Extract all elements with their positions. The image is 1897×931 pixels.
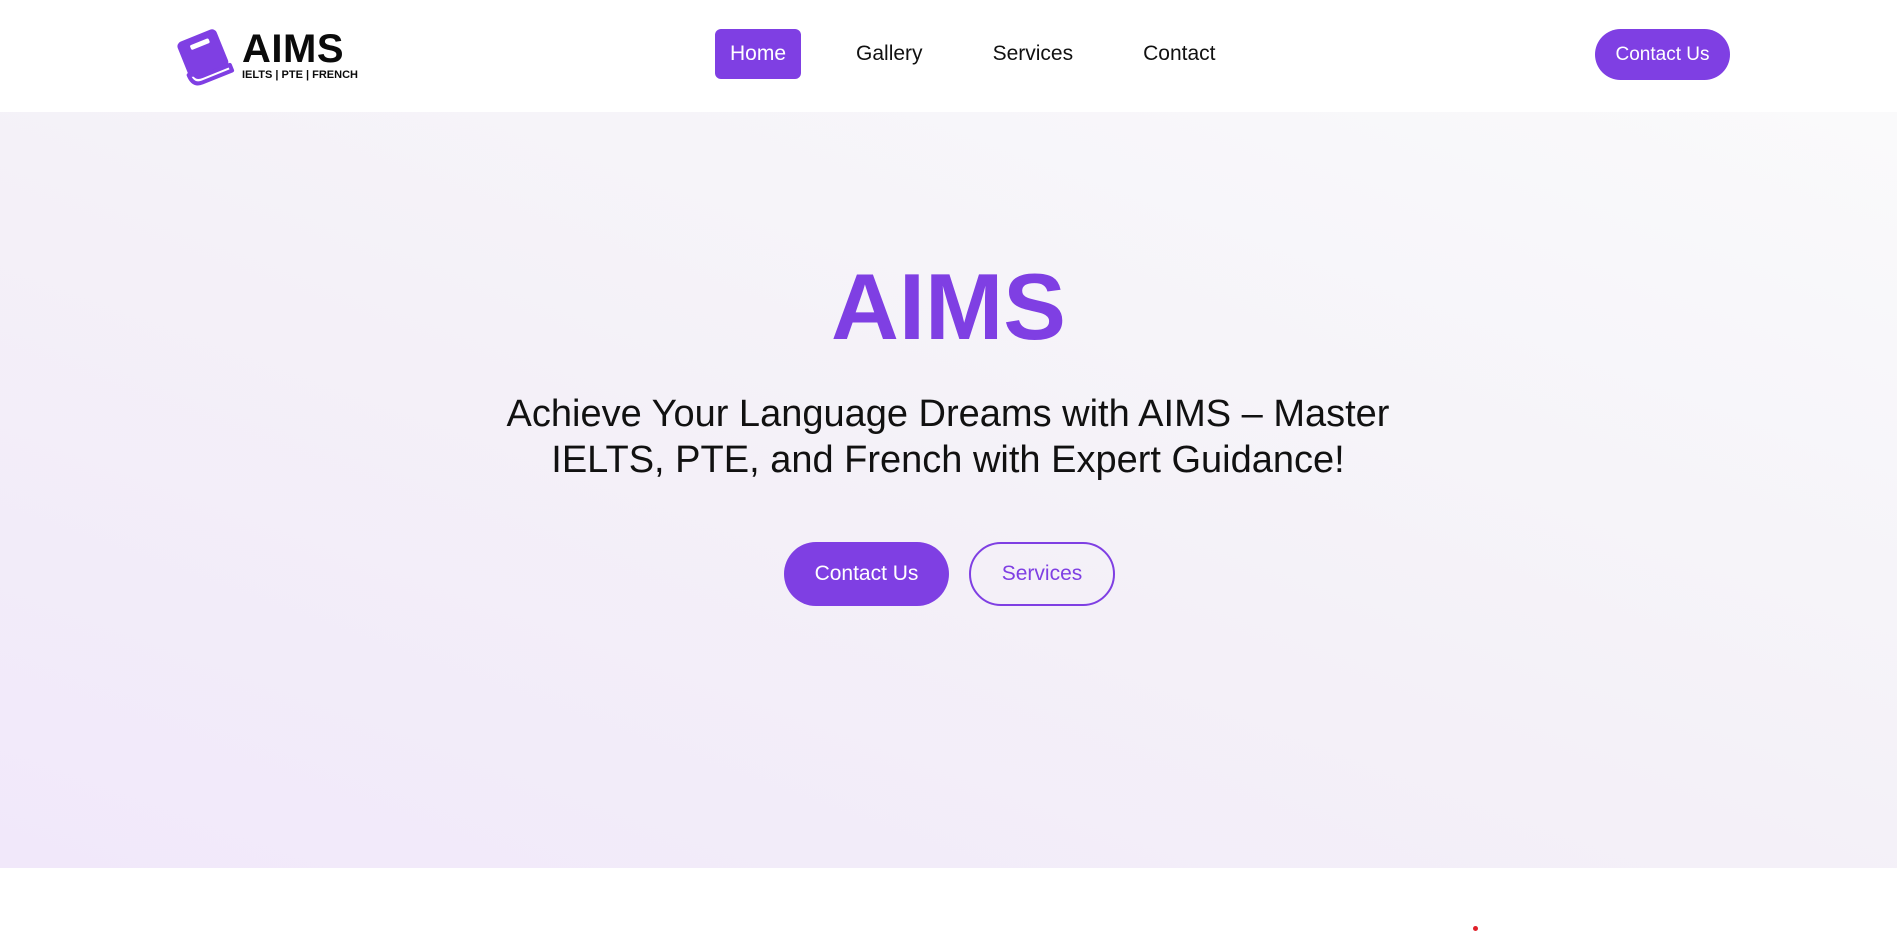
header-contact-button[interactable]: Contact Us — [1595, 29, 1730, 80]
logo-tagline: IELTS | PTE | FRENCH — [242, 69, 358, 81]
nav-item-gallery[interactable]: Gallery — [841, 29, 938, 79]
decorative-dot — [1473, 926, 1478, 931]
nav-item-contact[interactable]: Contact — [1128, 29, 1230, 79]
hero-contact-button[interactable]: Contact Us — [784, 542, 949, 606]
hero-subtitle: Achieve Your Language Dreams with AIMS –… — [448, 391, 1448, 483]
hero-services-button[interactable]: Services — [969, 542, 1115, 606]
hero-section: AIMS Achieve Your Language Dreams with A… — [0, 112, 1897, 868]
hero-subtitle-line-1: Achieve Your Language Dreams with AIMS –… — [506, 393, 1390, 435]
nav-item-services[interactable]: Services — [978, 29, 1089, 79]
main-nav: Home Gallery Services Contact — [715, 29, 1270, 79]
hero-subtitle-line-2: IELTS, PTE, and French with Expert Guida… — [551, 439, 1345, 481]
logo-title: AIMS — [242, 27, 344, 71]
hero-title: AIMS — [831, 254, 1066, 359]
logo[interactable]: AIMS IELTS | PTE | FRENCH — [173, 26, 363, 86]
nav-item-home[interactable]: Home — [715, 29, 802, 79]
site-header: AIMS IELTS | PTE | FRENCH Home Gallery S… — [0, 0, 1897, 112]
book-icon — [177, 29, 235, 86]
